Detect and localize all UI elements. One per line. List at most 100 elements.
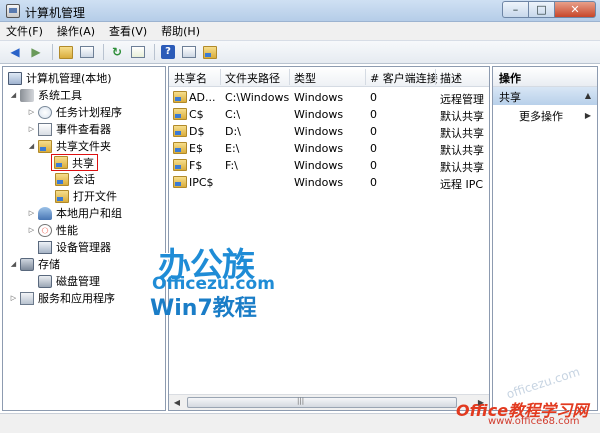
tree-item-device-manager[interactable]: 设备管理器	[36, 239, 111, 255]
cell-type: Windows	[294, 108, 344, 121]
expand-arrow-icon[interactable]: ▷	[27, 209, 36, 217]
column-divider[interactable]	[435, 69, 436, 85]
collapse-up-icon[interactable]: ▲	[585, 91, 591, 100]
tree-item-label: 本地用户和组	[56, 207, 122, 220]
table-row[interactable]: E$ E:\ Windows 0 默认共享	[169, 140, 489, 157]
table-row[interactable]: D$ D:\ Windows 0 默认共享	[169, 123, 489, 140]
tree-item-task-scheduler[interactable]: ▷ 任务计划程序	[27, 104, 122, 120]
column-header-share-name[interactable]: 共享名	[174, 70, 207, 86]
toolbar-separator	[103, 44, 104, 60]
folder-up-icon[interactable]	[57, 44, 75, 61]
table-row[interactable]: F$ F:\ Windows 0 默认共享	[169, 157, 489, 174]
scrollbar-thumb[interactable]	[187, 397, 457, 408]
tree-item-performance[interactable]: ▷ 性能	[27, 222, 78, 238]
tree-item-label: 磁盘管理	[56, 275, 100, 288]
tree-item-label: 性能	[56, 224, 78, 237]
refresh-icon[interactable]: ↻	[108, 44, 126, 61]
properties-icon[interactable]	[201, 44, 219, 61]
collapse-arrow-icon[interactable]: ◢	[27, 142, 36, 150]
cell-type: Windows	[294, 125, 344, 138]
cell-clients: 0	[370, 176, 377, 189]
expand-arrow-icon[interactable]: ▷	[27, 125, 36, 133]
cell-description: 远程管理	[440, 93, 484, 106]
session-icon	[55, 172, 69, 186]
submenu-arrow-icon[interactable]: ▶	[585, 111, 591, 120]
more-actions-link[interactable]: 更多操作	[519, 108, 563, 124]
cell-share-name: D$	[189, 125, 205, 138]
storage-icon	[20, 257, 34, 271]
tree-item-disk-management[interactable]: 磁盘管理	[36, 273, 100, 289]
cell-folder-path: C:\	[225, 108, 241, 121]
tree-item-local-users[interactable]: ▷ 本地用户和组	[27, 205, 122, 221]
expand-arrow-icon[interactable]: ▷	[9, 294, 18, 302]
performance-icon	[38, 223, 52, 237]
tree-item-event-viewer[interactable]: ▷ 事件查看器	[27, 121, 111, 137]
event-log-icon	[38, 122, 52, 136]
cell-clients: 0	[370, 142, 377, 155]
console-tree: 计算机管理(本地) ◢ 系统工具 ▷ 任务计划程序 ▷ 事件查看器 ◢ 共享文件…	[2, 66, 166, 411]
menu-help[interactable]: 帮助(H)	[161, 23, 200, 39]
show-hide-tree-icon[interactable]	[78, 44, 96, 61]
close-button[interactable]: ✕	[554, 1, 596, 18]
collapse-arrow-icon[interactable]: ◢	[9, 91, 18, 99]
tree-item-label: 计算机管理(本地)	[26, 72, 112, 85]
column-header-clients[interactable]: # 客户端连接	[370, 70, 438, 86]
column-header-type[interactable]: 类型	[294, 70, 316, 86]
computer-management-icon	[6, 4, 20, 18]
table-row[interactable]: IPC$ Windows 0 远程 IPC	[169, 174, 489, 191]
cell-type: Windows	[294, 176, 344, 189]
share-icon	[173, 91, 187, 103]
tree-item-shares[interactable]: 共享	[51, 154, 98, 171]
tree-item-shared-folders[interactable]: ◢ 共享文件夹	[27, 138, 111, 154]
collapse-arrow-icon[interactable]: ◢	[9, 260, 18, 268]
tree-item-services-apps[interactable]: ▷ 服务和应用程序	[9, 290, 115, 306]
actions-section-shares[interactable]: 共享 ▲	[493, 87, 597, 105]
cell-share-name: F$	[189, 159, 203, 172]
actions-header: 操作	[493, 67, 597, 87]
cell-share-name: C$	[189, 108, 204, 121]
share-icon	[173, 142, 187, 154]
tree-item-storage[interactable]: ◢ 存储	[9, 256, 60, 272]
view-icon[interactable]	[180, 44, 198, 61]
menu-file[interactable]: 文件(F)	[6, 23, 43, 39]
cell-folder-path: F:\	[225, 159, 238, 172]
tree-item-sessions[interactable]: 会话	[53, 171, 95, 187]
table-row[interactable]: AD... C:\Windows Windows 0 远程管理	[169, 89, 489, 106]
clock-icon	[38, 105, 52, 119]
column-divider[interactable]	[289, 69, 290, 85]
maximize-button[interactable]: □	[528, 1, 554, 18]
watermark-url: www.office68.com	[488, 416, 580, 427]
tree-item-label: 会话	[73, 173, 95, 186]
forward-arrow-icon[interactable]: ▶	[27, 44, 45, 61]
export-list-icon[interactable]	[129, 44, 147, 61]
minimize-button[interactable]: –	[502, 1, 528, 18]
expand-arrow-icon[interactable]: ▷	[27, 108, 36, 116]
tree-item-label: 系统工具	[38, 89, 82, 102]
cell-description: 默认共享	[440, 144, 484, 157]
actions-pane: 操作 共享 ▲ 更多操作 ▶	[492, 66, 598, 411]
cell-clients: 0	[370, 108, 377, 121]
table-row[interactable]: C$ C:\ Windows 0 默认共享	[169, 106, 489, 123]
column-header-description[interactable]: 描述	[440, 70, 462, 86]
menu-view[interactable]: 查看(V)	[109, 23, 147, 39]
scroll-left-icon[interactable]: ◀	[169, 395, 185, 410]
horizontal-scrollbar[interactable]: ◀ ||| ▶	[169, 394, 489, 410]
tree-item-label: 服务和应用程序	[38, 292, 115, 305]
help-icon[interactable]: ?	[159, 44, 177, 61]
share-icon	[173, 125, 187, 137]
cell-folder-path: C:\Windows	[225, 91, 289, 104]
watermark-win7: Win7教程	[150, 296, 257, 321]
tree-item-root[interactable]: 计算机管理(本地)	[6, 70, 112, 86]
share-icon	[173, 159, 187, 171]
tree-item-open-files[interactable]: 打开文件	[53, 188, 117, 204]
back-arrow-icon[interactable]: ◀	[6, 44, 24, 61]
window-controls: – □ ✕	[502, 1, 596, 18]
shared-folder-icon	[38, 139, 52, 153]
column-divider[interactable]	[220, 69, 221, 85]
toolbar: ◀ ▶ ↻ ?	[0, 40, 600, 64]
column-header-folder-path[interactable]: 文件夹路径	[225, 70, 280, 86]
tree-item-system-tools[interactable]: ◢ 系统工具	[9, 87, 82, 103]
expand-arrow-icon[interactable]: ▷	[27, 226, 36, 234]
menu-action[interactable]: 操作(A)	[57, 23, 95, 39]
column-divider[interactable]	[365, 69, 366, 85]
